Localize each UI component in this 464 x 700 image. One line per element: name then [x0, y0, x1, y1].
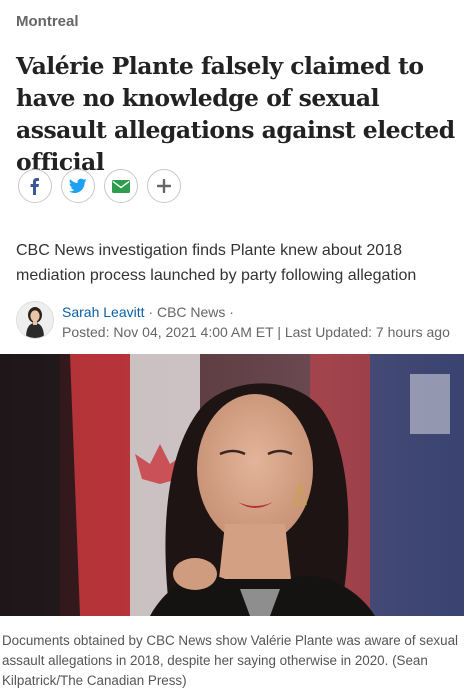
hero-image[interactable] — [0, 354, 464, 616]
photo-caption: Documents obtained by CBC News show Valé… — [2, 633, 459, 688]
more-share-button[interactable] — [147, 169, 181, 203]
section-label[interactable]: Montreal — [16, 13, 79, 30]
twitter-icon — [69, 178, 87, 193]
facebook-icon — [30, 178, 39, 195]
post-timestamp: Posted: Nov 04, 2021 4:00 AM ET | Last U… — [62, 324, 450, 340]
author-link[interactable]: Sarah Leavitt — [62, 304, 145, 320]
byline: Sarah Leavitt · CBC News · Posted: Nov 0… — [62, 302, 450, 342]
share-bar — [18, 169, 181, 203]
facebook-share-button[interactable] — [18, 169, 52, 203]
article-headline: Valérie Plante falsely claimed to have n… — [16, 52, 455, 176]
plus-icon — [157, 179, 171, 193]
email-icon — [112, 179, 130, 193]
article-summary: CBC News investigation finds Plante knew… — [16, 242, 417, 284]
outlet-name: CBC News — [156, 304, 226, 320]
byline-separator: · — [225, 304, 234, 320]
byline-separator: · — [144, 304, 157, 320]
author-avatar[interactable] — [16, 301, 54, 339]
twitter-share-button[interactable] — [61, 169, 95, 203]
email-share-button[interactable] — [104, 169, 138, 203]
